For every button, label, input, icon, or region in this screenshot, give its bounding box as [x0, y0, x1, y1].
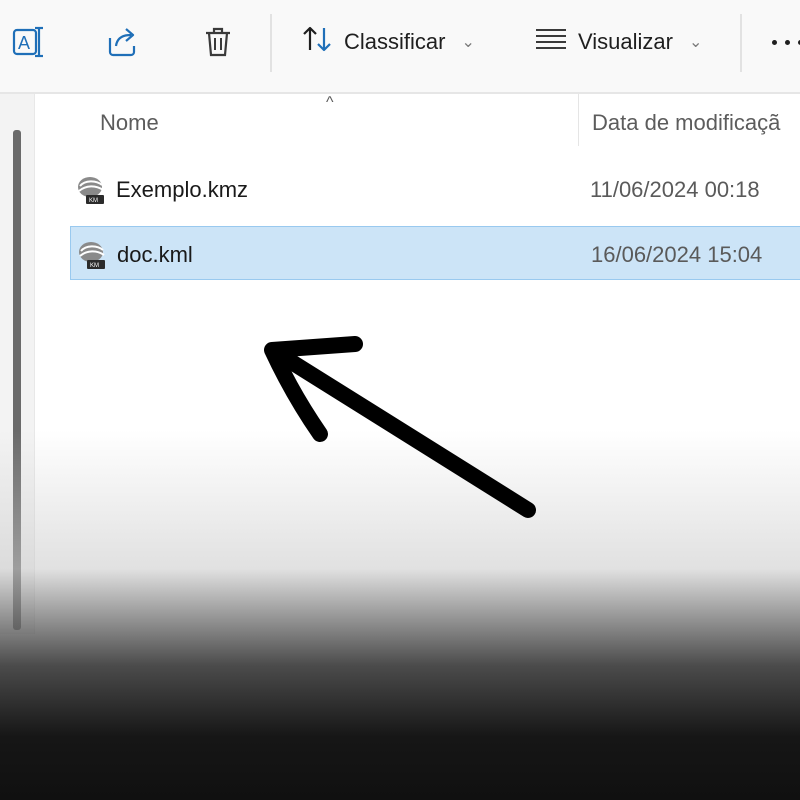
annotation-arrow-icon — [264, 336, 536, 518]
